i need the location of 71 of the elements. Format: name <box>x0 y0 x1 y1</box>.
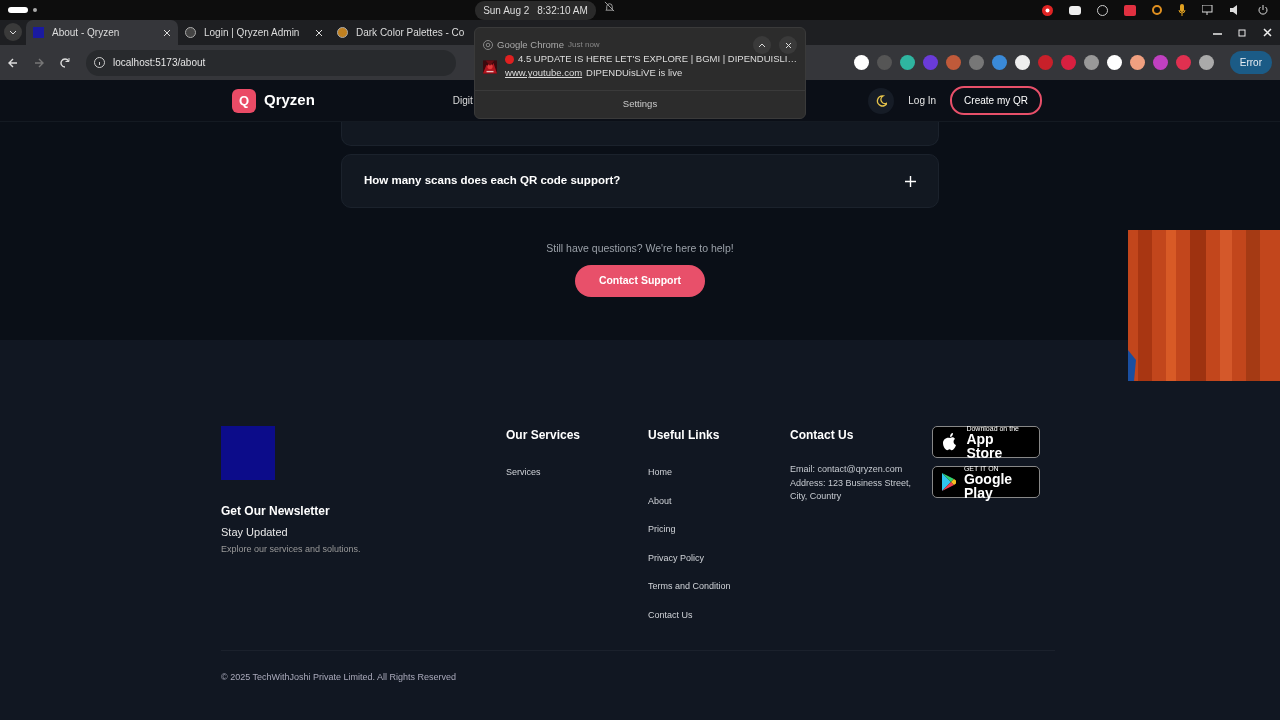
column-heading: Our Services <box>506 427 582 444</box>
apple-icon <box>941 432 959 452</box>
footer-link[interactable]: Services <box>506 466 648 480</box>
info-icon <box>94 57 105 68</box>
theme-toggle[interactable] <box>868 87 895 114</box>
footer-link[interactable]: Contact Us <box>648 608 790 622</box>
forward-icon[interactable] <box>34 57 44 68</box>
browser-tab[interactable]: Login | Qryzen Admin <box>178 20 330 45</box>
notifications-off-icon <box>603 0 615 12</box>
extension-icon[interactable] <box>1198 55 1214 70</box>
record-icon[interactable] <box>1042 4 1053 16</box>
favicon-icon <box>185 27 196 38</box>
live-dot-icon <box>505 54 514 64</box>
newsletter-title: Get Our Newsletter <box>221 503 331 520</box>
back-icon[interactable] <box>8 57 18 68</box>
newsletter-subtitle: Stay Updated <box>221 525 289 540</box>
logo-placeholder <box>221 426 275 480</box>
create-qr-button[interactable]: Create my QR <box>950 86 1042 115</box>
restore-icon[interactable] <box>1238 28 1247 37</box>
settings-button[interactable]: Settings <box>616 96 664 113</box>
extension-icon[interactable] <box>1014 55 1030 70</box>
notification-source-link[interactable]: www.youtube.com <box>505 66 583 81</box>
close-icon[interactable] <box>315 28 323 37</box>
logo-mark[interactable]: Q <box>232 88 256 113</box>
address-text: localhost:5173/about <box>113 56 206 70</box>
column-heading: Useful Links <box>648 427 721 444</box>
browser-tab[interactable]: About - Qryzen <box>26 20 178 45</box>
help-text: Still have questions? We're here to help! <box>546 241 734 256</box>
browser-tab[interactable]: Dark Color Palettes - Co <box>330 20 482 45</box>
microphone-icon[interactable] <box>1178 4 1186 16</box>
chevron-up-icon <box>758 42 766 48</box>
extension-icon[interactable] <box>1106 55 1122 70</box>
footer-link[interactable]: Pricing <box>648 523 790 537</box>
chrome-icon <box>483 40 493 50</box>
clock[interactable]: Sun Aug 2 8:32:10 AM <box>475 0 596 20</box>
notification-message: DIPENDUisLiVE is live <box>586 66 683 81</box>
nav-link[interactable]: Digit <box>452 93 473 108</box>
column-heading: Contact Us <box>790 427 855 444</box>
faq-question[interactable]: How many scans does each QR code support? <box>342 155 938 207</box>
contact-support-button[interactable]: Contact Support <box>575 264 705 297</box>
network-icon[interactable] <box>1202 5 1214 15</box>
play-icon <box>941 472 956 492</box>
close-icon <box>784 41 792 49</box>
notification-app: Google Chrome <box>497 37 565 52</box>
footer-link[interactable]: About <box>648 494 790 508</box>
plus-icon <box>905 175 916 187</box>
footer-link[interactable]: Privacy Policy <box>648 551 790 565</box>
footer-link[interactable]: Terms and Condition <box>648 580 790 594</box>
reload-icon[interactable] <box>60 57 70 68</box>
copyright-text: © 2025 TechWithJoshi Private Limited. All Rights Reserved <box>221 671 458 684</box>
newsletter-text: Explore our services and solutions. <box>221 542 362 556</box>
brand-name[interactable]: Qryzen <box>264 89 315 112</box>
notification-title: 4.5 UPDATE IS HERE LET'S EXPLORE | BGMI | DIPENDUISLI… <box>518 52 797 66</box>
close-icon[interactable] <box>1263 28 1272 37</box>
favicon-icon <box>337 27 348 38</box>
moon-icon <box>875 94 888 107</box>
favicon-icon <box>33 27 44 38</box>
footer-link[interactable]: Home <box>648 466 790 480</box>
address-bar[interactable]: localhost:5173/about <box>86 49 456 76</box>
login-button[interactable]: Log In <box>902 92 943 109</box>
profile-error-button[interactable]: Error <box>1229 51 1272 74</box>
close-icon[interactable] <box>163 28 171 37</box>
contact-info: Address: 123 Business Street, City, Country <box>790 476 912 503</box>
extension-icon[interactable] <box>1129 55 1145 70</box>
chevron-down-icon <box>9 29 17 35</box>
contact-info: Email: contact@qryzen.com <box>790 463 904 476</box>
extension-icon[interactable] <box>853 55 869 70</box>
notification-time: Just now <box>568 39 600 51</box>
power-icon[interactable] <box>1258 5 1268 15</box>
workspace-indicator-icon[interactable] <box>8 7 38 13</box>
close-button[interactable] <box>779 36 797 54</box>
